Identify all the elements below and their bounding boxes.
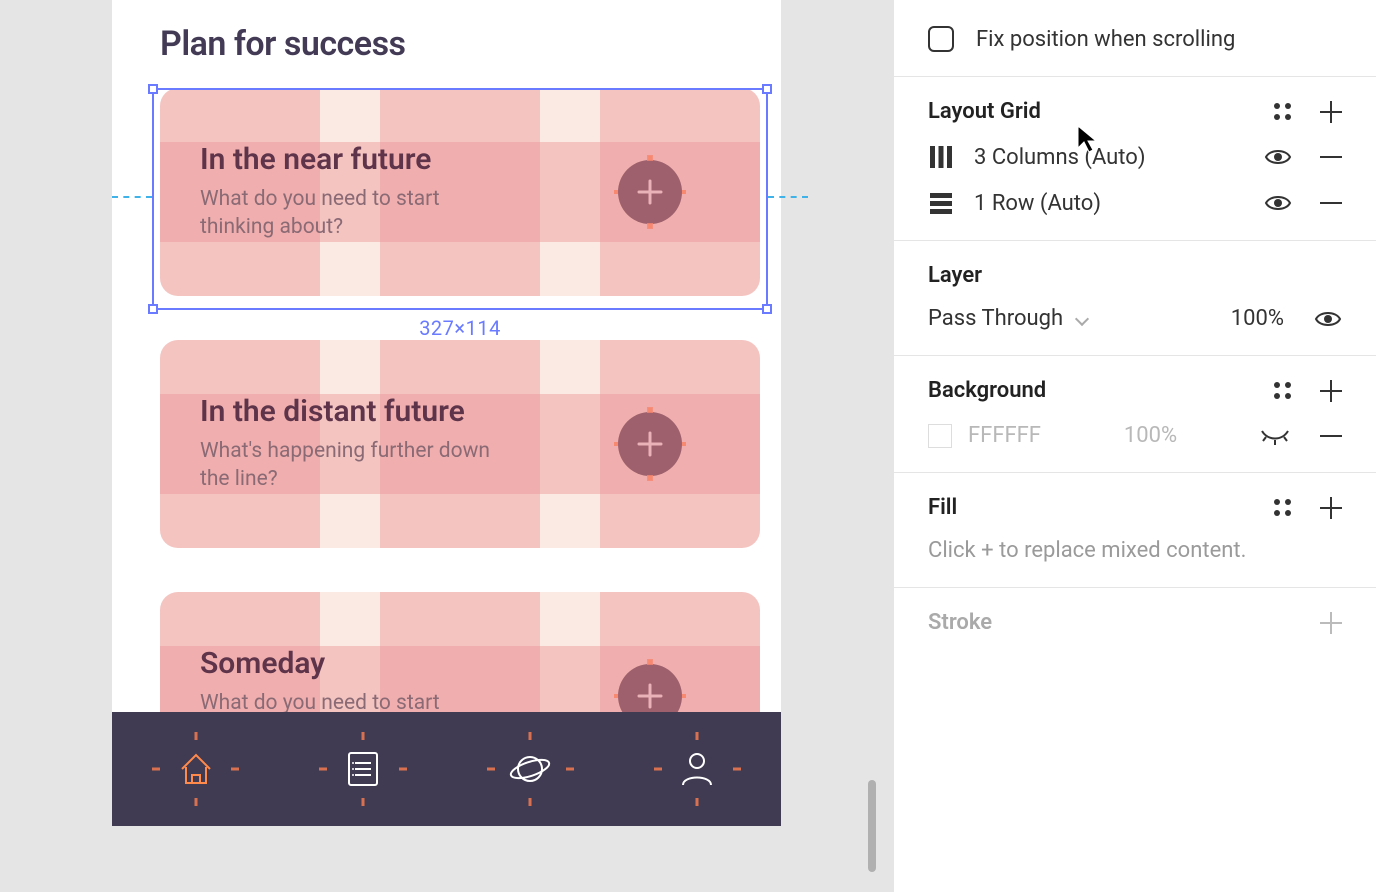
- columns-icon: [928, 144, 954, 170]
- layer-opacity[interactable]: 100%: [1231, 306, 1284, 331]
- card-subtitle: What's happening further down the line?: [200, 437, 500, 494]
- planet-icon: [508, 749, 552, 789]
- blend-mode-select[interactable]: Pass Through: [928, 306, 1087, 331]
- remove-button[interactable]: [1320, 435, 1342, 437]
- background-hex[interactable]: FFFFFF: [968, 423, 1041, 448]
- fix-position-checkbox[interactable]: [928, 26, 954, 52]
- card-distant-future[interactable]: In the distant future What's happening f…: [160, 340, 760, 548]
- constraints-section: Fix position when scrolling: [894, 0, 1376, 77]
- color-swatch[interactable]: [928, 424, 952, 448]
- alignment-guide: [112, 196, 152, 198]
- visibility-toggle[interactable]: [1264, 147, 1292, 167]
- list-icon: [345, 749, 381, 789]
- nav-explore[interactable]: [447, 712, 614, 826]
- remove-button[interactable]: [1320, 202, 1342, 204]
- section-title: Fill: [928, 495, 957, 520]
- background-section: Background FFFFFF 100%: [894, 356, 1376, 473]
- inspector-panel: Fix position when scrolling Layout Grid …: [893, 0, 1376, 892]
- grid-label: 1 Row (Auto): [974, 191, 1101, 216]
- page-title: Plan for success: [160, 24, 406, 64]
- layer-section: Layer Pass Through 100%: [894, 241, 1376, 356]
- rows-icon: [928, 190, 954, 216]
- visibility-hidden-icon[interactable]: [1260, 427, 1290, 445]
- home-icon: [176, 749, 216, 789]
- bottom-nav: [112, 712, 781, 826]
- section-title: Background: [928, 378, 1046, 403]
- nav-list[interactable]: [279, 712, 446, 826]
- canvas-area[interactable]: Plan for success In the near future What…: [0, 0, 880, 892]
- add-button[interactable]: [618, 160, 682, 224]
- grid-row-columns[interactable]: 3 Columns (Auto): [928, 144, 1342, 170]
- grid-row-rows[interactable]: 1 Row (Auto): [928, 190, 1342, 216]
- add-grid-button[interactable]: [1320, 101, 1342, 123]
- chevron-down-icon: [1074, 312, 1088, 326]
- card-title: In the near future: [200, 142, 720, 177]
- add-background-button[interactable]: [1320, 380, 1342, 402]
- section-title: Layout Grid: [928, 99, 1041, 124]
- blend-mode-value: Pass Through: [928, 306, 1063, 331]
- styles-icon[interactable]: [1274, 103, 1292, 121]
- fill-section: Fill Click + to replace mixed content.: [894, 473, 1376, 588]
- styles-icon[interactable]: [1274, 382, 1292, 400]
- nav-profile[interactable]: [614, 712, 781, 826]
- card-near-future[interactable]: In the near future What do you need to s…: [160, 88, 760, 296]
- section-title: Stroke: [928, 610, 992, 635]
- user-icon: [679, 749, 715, 789]
- layout-grid-section: Layout Grid 3 Columns (Auto) 1 Row (Auto…: [894, 77, 1376, 241]
- fix-position-label: Fix position when scrolling: [976, 27, 1235, 52]
- background-opacity[interactable]: 100%: [1124, 423, 1177, 448]
- add-stroke-button[interactable]: [1320, 612, 1342, 634]
- alignment-guide: [768, 196, 808, 198]
- nav-home[interactable]: [112, 712, 279, 826]
- grid-label: 3 Columns (Auto): [974, 145, 1146, 170]
- scrollbar[interactable]: [868, 780, 876, 872]
- add-fill-button[interactable]: [1320, 497, 1342, 519]
- remove-button[interactable]: [1320, 156, 1342, 158]
- visibility-toggle[interactable]: [1264, 193, 1292, 213]
- card-subtitle: What do you need to start thinking about…: [200, 185, 500, 242]
- visibility-toggle[interactable]: [1314, 309, 1342, 329]
- add-button[interactable]: [618, 412, 682, 476]
- styles-icon[interactable]: [1274, 499, 1292, 517]
- card-title: In the distant future: [200, 394, 720, 429]
- card-title: Someday: [200, 646, 720, 681]
- section-title: Layer: [928, 263, 982, 288]
- fill-hint: Click + to replace mixed content.: [928, 538, 1342, 563]
- stroke-section: Stroke: [894, 588, 1376, 659]
